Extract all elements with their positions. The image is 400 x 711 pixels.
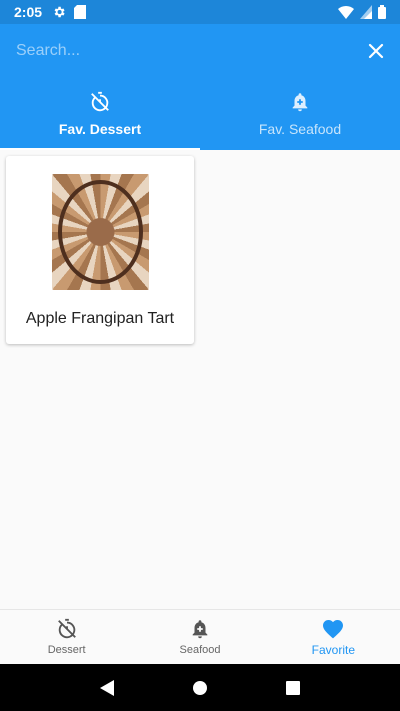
status-bar: 2:05 [0,0,400,24]
battery-icon [378,5,386,19]
timer-off-icon [57,618,76,639]
recipe-card[interactable]: Apple Frangipan Tart [6,156,194,344]
recipe-title: Apple Frangipan Tart [25,310,175,327]
status-time: 2:05 [14,4,43,20]
home-button[interactable] [185,673,215,703]
tab-fav-dessert-label: Fav. Dessert [58,121,142,137]
gear-icon [54,6,65,18]
bottom-navigation: Dessert Seafood Favorite [0,609,400,664]
nav-item-favorite[interactable]: Favorite [267,610,400,664]
app-bar: Fav. Dessert Fav. Seafood [0,24,400,150]
bell-plus-icon [192,620,208,639]
signal-icon [360,5,372,19]
nav-item-seafood[interactable]: Seafood [133,610,266,664]
nav-item-seafood-label: Seafood [179,644,221,656]
search-input[interactable] [16,35,364,67]
tab-bar: Fav. Dessert Fav. Seafood [0,78,400,150]
system-navigation-bar [0,664,400,711]
back-button[interactable] [92,673,122,703]
wifi-icon [338,6,354,19]
home-icon [192,680,207,695]
nav-item-dessert[interactable]: Dessert [0,610,133,664]
bell-plus-icon [292,93,308,112]
timer-off-icon [91,91,109,112]
heart-icon [323,620,344,639]
recents-button[interactable] [278,673,308,703]
tab-fav-seafood-label: Fav. Seafood [258,121,342,137]
back-icon [99,679,114,696]
recents-icon [286,680,301,695]
nav-item-favorite-label: Favorite [311,643,355,657]
favorites-grid: Apple Frangipan Tart [0,150,400,609]
search-bar [0,24,400,78]
tab-fav-dessert[interactable]: Fav. Dessert [0,78,200,150]
close-search-button[interactable] [364,39,388,63]
tab-fav-seafood[interactable]: Fav. Seafood [200,78,400,150]
nav-item-dessert-label: Dessert [47,644,86,656]
close-icon [368,43,384,59]
sd-card-icon [74,5,87,19]
recipe-image [51,174,149,290]
